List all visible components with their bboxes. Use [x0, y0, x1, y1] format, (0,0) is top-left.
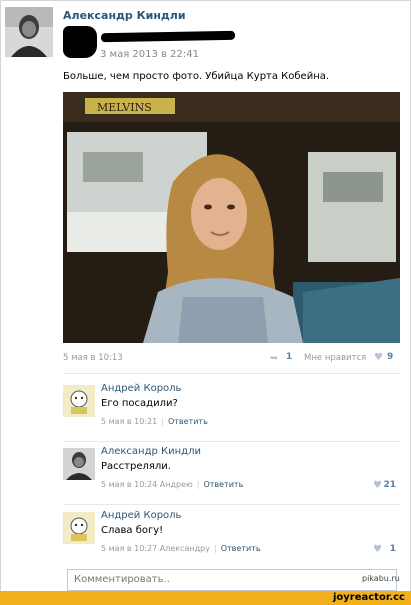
comment-item: Андрей Король Его посадили? 5 мая в 10:2… — [63, 381, 400, 439]
comment-text: Слава богу! — [101, 525, 164, 536]
footer-bar: joyreactor.cc — [0, 591, 411, 605]
divider — [63, 373, 400, 374]
reply-link[interactable]: Ответить — [203, 480, 243, 489]
like-count[interactable]: 9 — [387, 352, 393, 362]
post-meta-row: 5 мая в 10:13 ➥ 1 Мне нравится ♥ 9 — [63, 352, 400, 367]
heart-icon[interactable]: ♥ — [373, 480, 382, 491]
author-avatar[interactable] — [5, 7, 53, 57]
comment-author[interactable]: Андрей Король — [101, 510, 181, 521]
post-card: Александр Киндли 3 мая 2013 в 22:41 Боль… — [0, 0, 411, 605]
commenter-avatar[interactable] — [63, 385, 95, 417]
post-time[interactable]: 5 мая в 10:13 — [63, 353, 123, 363]
comment-item: Александр Киндли Расстреляли. 5 мая в 10… — [63, 444, 400, 502]
comment-time[interactable]: 5 мая в 10:27 Александру — [101, 544, 210, 553]
author-name[interactable]: Александр Киндли — [63, 9, 186, 22]
comment-author[interactable]: Андрей Король — [101, 383, 181, 394]
post-date[interactable]: 3 мая 2013 в 22:41 — [100, 49, 199, 60]
comment-input[interactable]: Комментировать.. — [67, 569, 397, 591]
comment-time[interactable]: 5 мая в 10:24 Андрею — [101, 480, 193, 489]
divider — [63, 441, 400, 442]
reply-link[interactable]: Ответить — [168, 417, 208, 426]
post-text: Больше, чем просто фото. Убийца Курта Ко… — [63, 71, 330, 82]
footer-brand[interactable]: joyreactor.cc — [333, 591, 405, 605]
divider — [63, 504, 400, 505]
like-button[interactable]: Мне нравится — [304, 353, 366, 363]
commenter-avatar[interactable] — [63, 512, 95, 544]
reply-link[interactable]: Ответить — [221, 544, 261, 553]
post-photo[interactable]: MELVINS — [63, 92, 400, 343]
share-icon[interactable]: ➥ — [270, 353, 278, 364]
heart-icon[interactable]: ♥ — [374, 352, 383, 363]
comment-like-count[interactable]: 1 — [390, 544, 396, 554]
comment-like-count[interactable]: 21 — [383, 480, 396, 490]
redaction-mark — [63, 26, 97, 58]
comment-item: Андрей Король Слава богу! 5 мая в 10:27 … — [63, 508, 400, 566]
comment-text: Его посадили? — [101, 398, 178, 409]
commenter-avatar[interactable] — [63, 448, 95, 480]
comment-author[interactable]: Александр Киндли — [101, 446, 201, 457]
comment-meta: 5 мая в 10:21 | Ответить — [101, 417, 208, 426]
comment-meta: 5 мая в 10:27 Александру | Ответить — [101, 544, 261, 553]
sign-text: MELVINS — [97, 101, 152, 114]
comment-meta: 5 мая в 10:24 Андрею | Ответить — [101, 480, 244, 489]
heart-icon[interactable]: ♥ — [373, 544, 382, 555]
share-count[interactable]: 1 — [286, 352, 292, 362]
comment-time[interactable]: 5 мая в 10:21 — [101, 417, 157, 426]
watermark-site: pikabu.ru — [362, 574, 400, 583]
comment-text: Расстреляли. — [101, 461, 171, 472]
redaction-bar — [100, 30, 236, 43]
